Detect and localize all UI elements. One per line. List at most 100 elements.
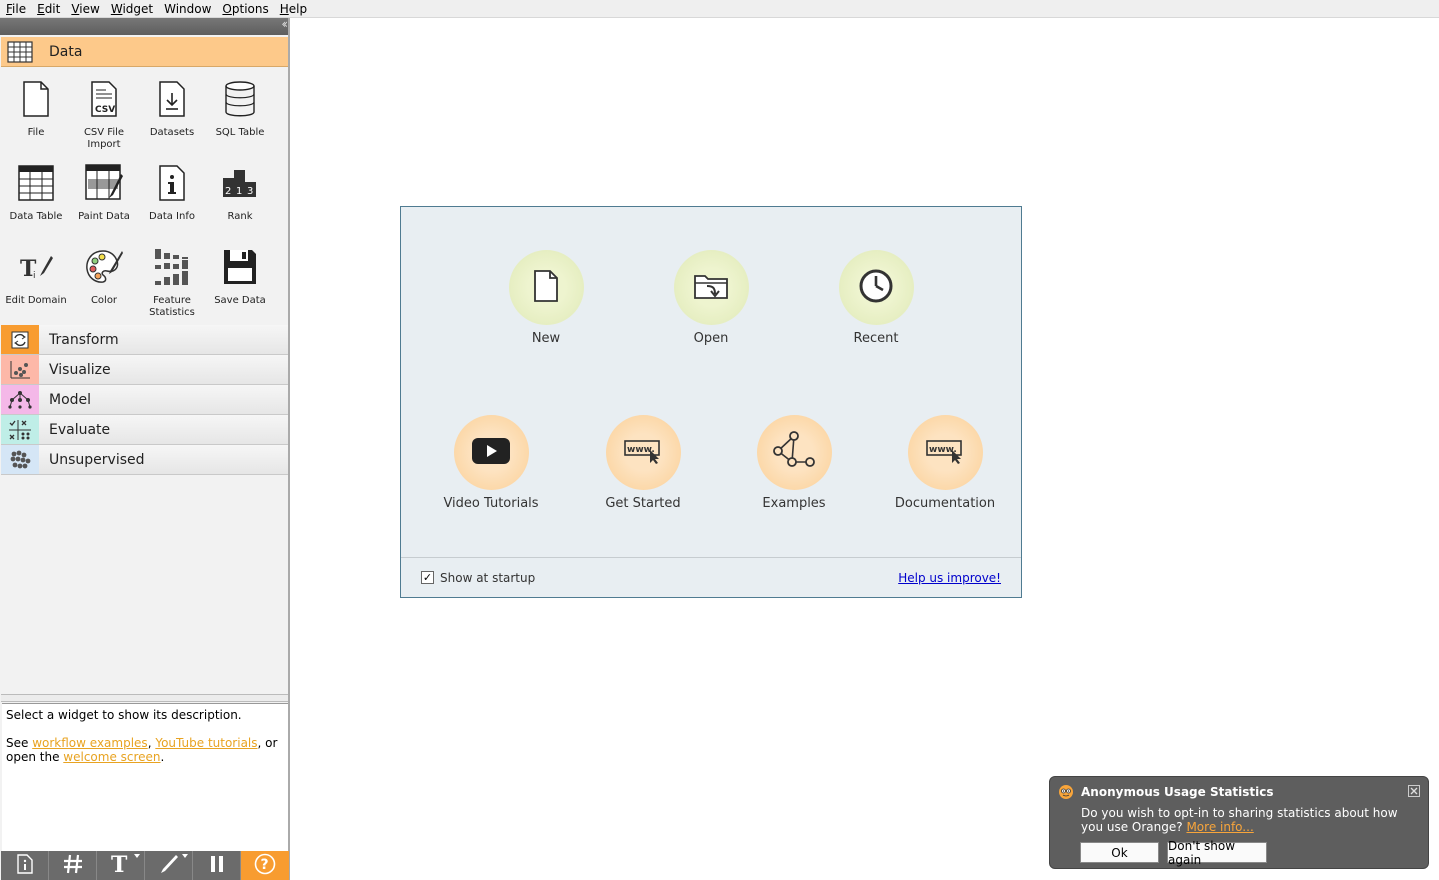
grid-toggle-button[interactable]	[49, 851, 97, 880]
data-table-icon	[1, 37, 39, 66]
menu-window[interactable]: Window	[159, 0, 216, 18]
more-info-link[interactable]: More info...	[1186, 820, 1253, 834]
widget-color[interactable]: Color	[70, 237, 138, 321]
dock-toolbar: T ?	[1, 851, 289, 880]
dont-show-again-button[interactable]: Don't show again	[1167, 839, 1267, 867]
description-end: .	[160, 750, 165, 764]
get-started-circle: www.	[605, 415, 681, 490]
open-button[interactable]: Open	[651, 250, 771, 346]
welcome-screen-link[interactable]: welcome screen	[63, 750, 160, 764]
widget-csv-label: CSV File Import	[83, 127, 125, 150]
dock-titlebar: ‹‹	[0, 17, 288, 35]
widget-rank[interactable]: 213 Rank	[206, 153, 274, 237]
open-label: Open	[693, 331, 729, 346]
description-links: See workflow examples, YouTube tutorials…	[6, 736, 284, 764]
youtube-tutorials-link[interactable]: YouTube tutorials	[155, 736, 257, 750]
menu-widget[interactable]: Widget	[106, 0, 158, 18]
show-at-startup-option[interactable]: ✓ Show at startup	[421, 571, 535, 585]
category-visualize[interactable]: Visualize	[1, 355, 288, 385]
text-annotation-button[interactable]: T	[97, 851, 145, 880]
menu-file[interactable]: File	[1, 0, 31, 18]
widget-data-info[interactable]: Data Info	[138, 153, 206, 237]
show-at-startup-checkbox[interactable]: ✓	[421, 571, 434, 584]
widget-data-table[interactable]: Data Table	[2, 153, 70, 237]
widget-save-data[interactable]: Save Data	[206, 237, 274, 321]
orange-logo-icon	[1058, 784, 1074, 803]
category-unsupervised-label: Unsupervised	[49, 451, 145, 468]
widget-datasets[interactable]: Datasets	[138, 69, 206, 153]
close-notification-button[interactable]	[1408, 785, 1420, 797]
category-model[interactable]: Model	[1, 385, 288, 415]
network-icon	[770, 431, 818, 474]
description-hint: Select a widget to show its description.	[6, 708, 242, 722]
examples-button[interactable]: Examples	[734, 415, 854, 511]
video-tutorials-label: Video Tutorials	[443, 496, 539, 511]
floppy-icon	[216, 239, 264, 295]
new-button[interactable]: New	[486, 250, 606, 346]
menu-edit[interactable]: Edit	[32, 0, 65, 18]
widget-dock: ‹‹ Data File CSV CSV File Import Dataset…	[0, 17, 290, 880]
unsupervised-icon	[1, 445, 39, 474]
arrow-annotation-button[interactable]	[145, 851, 193, 880]
visualize-icon	[1, 355, 39, 384]
svg-text:i: i	[33, 271, 36, 281]
widget-sql-table[interactable]: SQL Table	[206, 69, 274, 153]
examples-label: Examples	[762, 496, 826, 511]
pen-icon	[159, 854, 179, 877]
edit-domain-icon: Ti	[12, 239, 60, 295]
category-unsupervised[interactable]: Unsupervised	[1, 445, 288, 475]
dock-splitter[interactable]	[1, 694, 288, 702]
www-icon: www.	[624, 438, 662, 467]
collapse-dock-icon[interactable]: ‹‹	[281, 17, 287, 31]
widget-csv-import[interactable]: CSV CSV File Import	[70, 69, 138, 153]
widget-save-data-label: Save Data	[214, 295, 266, 306]
dropdown-arrow-icon	[182, 854, 188, 858]
usage-statistics-notification: Anonymous Usage Statistics Do you wish t…	[1049, 776, 1429, 869]
svg-text:2: 2	[225, 186, 231, 197]
recent-circle	[838, 250, 914, 325]
svg-text:CSV: CSV	[95, 105, 115, 115]
csv-icon: CSV	[80, 71, 128, 127]
show-at-startup-label: Show at startup	[440, 570, 536, 585]
video-circle	[453, 415, 529, 490]
widget-feature-statistics[interactable]: Feature Statistics	[138, 237, 206, 321]
workflow-examples-link[interactable]: workflow examples	[32, 736, 147, 750]
notification-text: Do you wish to opt-in to sharing statist…	[1081, 806, 1421, 834]
video-tutorials-button[interactable]: Video Tutorials	[431, 415, 551, 511]
get-started-button[interactable]: www. Get Started	[583, 415, 703, 511]
pause-button[interactable]	[193, 851, 241, 880]
menu-help[interactable]: Help	[275, 0, 312, 18]
widget-edit-domain[interactable]: Ti Edit Domain	[2, 237, 70, 321]
category-data[interactable]: Data	[1, 37, 288, 67]
help-us-improve-link[interactable]: Help us improve!	[898, 571, 1001, 585]
menu-view[interactable]: View	[66, 0, 104, 18]
open-circle	[673, 250, 749, 325]
transform-icon	[1, 325, 39, 354]
widget-file[interactable]: File	[2, 69, 70, 153]
close-icon	[1408, 785, 1420, 800]
open-folder-icon	[693, 272, 729, 303]
recent-button[interactable]: Recent	[816, 250, 936, 346]
datasets-icon	[148, 71, 196, 127]
examples-circle	[756, 415, 832, 490]
help-button[interactable]: ?	[241, 851, 289, 880]
svg-text:1: 1	[236, 186, 242, 197]
widget-toolbox: Data File CSV CSV File Import Datasets S…	[1, 37, 288, 713]
paint-icon	[80, 155, 128, 211]
widget-file-label: File	[27, 127, 45, 138]
category-transform-label: Transform	[49, 331, 119, 348]
pause-icon	[209, 855, 225, 876]
widget-feature-stats-label: Feature Statistics	[149, 295, 195, 318]
widget-paint-data[interactable]: Paint Data	[70, 153, 138, 237]
ok-button[interactable]: Ok	[1080, 842, 1159, 863]
category-evaluate[interactable]: Evaluate	[1, 415, 288, 445]
www-icon: www.	[926, 438, 964, 467]
welcome-footer: ✓ Show at startup Help us improve!	[401, 557, 1021, 597]
category-transform[interactable]: Transform	[1, 325, 288, 355]
widget-color-label: Color	[90, 295, 118, 306]
info-icon	[148, 155, 196, 211]
documentation-button[interactable]: www. Documentation	[885, 415, 1005, 511]
info-button[interactable]	[1, 851, 49, 880]
menu-options[interactable]: Options	[217, 0, 273, 18]
dropdown-arrow-icon	[134, 854, 140, 858]
